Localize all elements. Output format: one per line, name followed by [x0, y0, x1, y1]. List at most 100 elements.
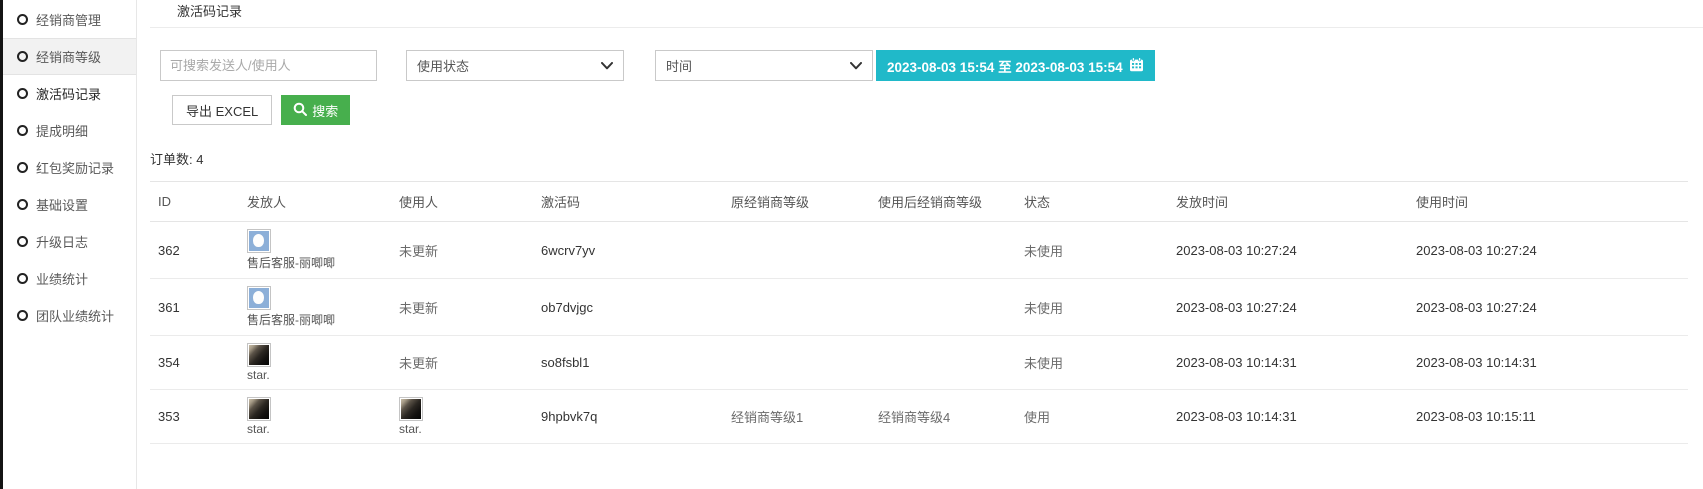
cell-use-time: 2023-08-03 10:27:24 [1408, 279, 1688, 336]
chevron-down-icon [601, 58, 613, 73]
cell-issuer: star. [239, 336, 391, 390]
cell-activation-code: ob7dvjgc [533, 279, 723, 336]
radio-circle-icon [17, 310, 28, 321]
sidebar-item-6[interactable]: 升级日志 [3, 223, 136, 260]
sidebar-item-label: 经销商等级 [36, 47, 101, 66]
user-name: star. [399, 422, 525, 436]
date-range-button[interactable]: 2023-08-03 15:54 至 2023-08-03 15:54 [876, 50, 1155, 81]
sidebar-item-8[interactable]: 团队业绩统计 [3, 297, 136, 334]
cell-user: 未更新 [391, 279, 533, 336]
sidebar-item-7[interactable]: 业绩统计 [3, 260, 136, 297]
sidebar-item-2[interactable]: 激活码记录 [3, 75, 136, 112]
radio-circle-icon [17, 51, 28, 62]
search-icon [293, 102, 307, 119]
sidebar-item-5[interactable]: 基础设置 [3, 186, 136, 223]
sidebar-item-3[interactable]: 提成明细 [3, 112, 136, 149]
cell-status: 未使用 [1016, 279, 1168, 336]
radio-circle-icon [17, 162, 28, 173]
sidebar-item-label: 激活码记录 [36, 84, 101, 103]
cell-issue-time: 2023-08-03 10:27:24 [1168, 279, 1408, 336]
cell-new-level [870, 336, 1016, 390]
issuer-name: 售后客服-丽唧唧 [247, 311, 383, 328]
content-area: 使用状态 时间 2023-08-03 15:54 至 2023-08-03 15… [137, 50, 1703, 444]
cell-use-time: 2023-08-03 10:14:31 [1408, 336, 1688, 390]
sidebar-item-label: 基础设置 [36, 195, 88, 214]
time-select[interactable]: 时间 [655, 50, 873, 81]
app-window: 经销商管理经销商等级激活码记录提成明细红包奖励记录基础设置升级日志业绩统计团队业… [0, 0, 1703, 489]
table-row: 354star.未更新so8fsbl1未使用2023-08-03 10:14:3… [150, 336, 1688, 390]
cell-status: 未使用 [1016, 336, 1168, 390]
cell-use-time: 2023-08-03 10:15:11 [1408, 390, 1688, 444]
sidebar-item-4[interactable]: 红包奖励记录 [3, 149, 136, 186]
status-select[interactable]: 使用状态 [406, 50, 624, 81]
issuer-avatar [247, 286, 271, 310]
sidebar-item-1[interactable]: 经销商等级 [3, 38, 136, 75]
order-count-value: 4 [196, 152, 203, 167]
cell-id: 353 [150, 390, 239, 444]
action-row: 导出 EXCEL 搜索 [172, 95, 1688, 125]
issuer-avatar [247, 343, 271, 367]
user-name: 未更新 [399, 244, 438, 259]
cell-status: 使用 [1016, 390, 1168, 444]
records-table: ID发放人使用人激活码原经销商等级使用后经销商等级状态发放时间使用时间 362 售… [150, 181, 1688, 444]
avatar-image [249, 231, 269, 251]
order-count-label: 订单数: [150, 152, 193, 167]
user-avatar [399, 397, 423, 421]
cell-issuer: star. [239, 390, 391, 444]
issuer-avatar [247, 397, 271, 421]
issuer-avatar [247, 229, 271, 253]
radio-circle-icon [17, 199, 28, 210]
column-header: 使用时间 [1408, 182, 1688, 222]
cell-id: 362 [150, 222, 239, 279]
cell-id: 361 [150, 279, 239, 336]
cell-activation-code: 6wcrv7yv [533, 222, 723, 279]
cell-activation-code: so8fsbl1 [533, 336, 723, 390]
cell-user: star. [391, 390, 533, 444]
table-row: 361售后客服-丽唧唧未更新ob7dvjgc未使用2023-08-03 10:2… [150, 279, 1688, 336]
cell-issue-time: 2023-08-03 10:14:31 [1168, 390, 1408, 444]
table-row: 353star.star.9hpbvk7q经销商等级1经销商等级4使用2023-… [150, 390, 1688, 444]
calendar-icon [1129, 57, 1144, 75]
column-header: 使用后经销商等级 [870, 182, 1016, 222]
cell-old-level [723, 279, 870, 336]
avatar-image [249, 345, 269, 365]
status-select-value: 使用状态 [417, 56, 469, 75]
sidebar: 经销商管理经销商等级激活码记录提成明细红包奖励记录基础设置升级日志业绩统计团队业… [0, 0, 137, 489]
radio-circle-icon [17, 273, 28, 284]
issuer-name: star. [247, 368, 383, 382]
main-panel: 激活码记录 使用状态 时间 2023-08-03 15:54 至 [137, 0, 1703, 489]
order-count: 订单数: 4 [150, 149, 1688, 168]
column-header: 状态 [1016, 182, 1168, 222]
avatar-image [249, 288, 269, 308]
sidebar-item-label: 经销商管理 [36, 10, 101, 29]
table-body: 362售后客服-丽唧唧未更新6wcrv7yv未使用2023-08-03 10:2… [150, 222, 1688, 444]
page-title: 激活码记录 [150, 0, 1703, 28]
user-name: 未更新 [399, 356, 438, 371]
radio-circle-icon [17, 88, 28, 99]
radio-circle-icon [17, 236, 28, 247]
cell-issuer: 售后客服-丽唧唧 [239, 279, 391, 336]
cell-issue-time: 2023-08-03 10:14:31 [1168, 336, 1408, 390]
search-input[interactable] [160, 50, 377, 81]
issuer-name: 售后客服-丽唧唧 [247, 254, 383, 271]
issuer-name: star. [247, 422, 383, 436]
cell-new-level: 经销商等级4 [870, 390, 1016, 444]
sidebar-item-label: 团队业绩统计 [36, 306, 114, 325]
table-header-row: ID发放人使用人激活码原经销商等级使用后经销商等级状态发放时间使用时间 [150, 182, 1688, 222]
export-excel-button[interactable]: 导出 EXCEL [172, 95, 272, 125]
sidebar-item-label: 红包奖励记录 [36, 158, 114, 177]
radio-circle-icon [17, 125, 28, 136]
column-header: 使用人 [391, 182, 533, 222]
cell-old-level [723, 336, 870, 390]
cell-issuer: 售后客服-丽唧唧 [239, 222, 391, 279]
cell-user: 未更新 [391, 336, 533, 390]
table-header: ID发放人使用人激活码原经销商等级使用后经销商等级状态发放时间使用时间 [150, 182, 1688, 222]
time-select-value: 时间 [666, 56, 692, 75]
search-button[interactable]: 搜索 [281, 95, 350, 125]
cell-id: 354 [150, 336, 239, 390]
cell-old-level [723, 222, 870, 279]
user-name: 未更新 [399, 301, 438, 316]
sidebar-item-0[interactable]: 经销商管理 [3, 1, 136, 38]
avatar-image [401, 399, 421, 419]
table-row: 362售后客服-丽唧唧未更新6wcrv7yv未使用2023-08-03 10:2… [150, 222, 1688, 279]
